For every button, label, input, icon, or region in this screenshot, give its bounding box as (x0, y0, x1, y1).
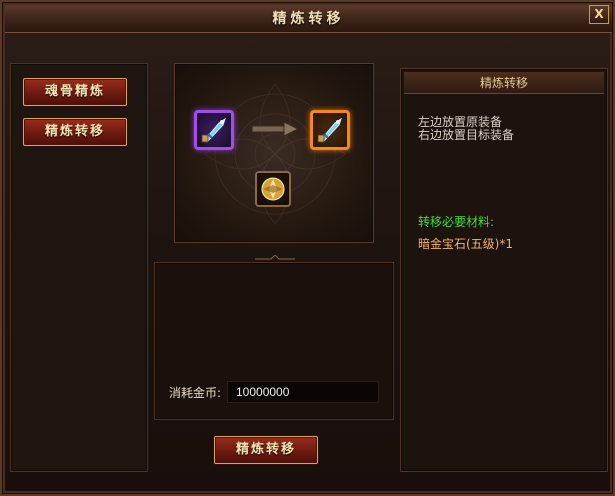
required-material-item: 暗金宝石(五级)*1 (418, 237, 513, 251)
gold-gem-icon (261, 177, 285, 201)
gold-cost-label: 消耗金币: (169, 386, 222, 400)
gold-cost-field: 10000000 (227, 381, 379, 403)
gold-cost-value: 10000000 (236, 385, 290, 399)
title-bar[interactable]: 精炼转移 (5, 5, 612, 33)
instruction-right: 右边放置目标装备 (418, 128, 515, 142)
window-title: 精炼转移 (272, 11, 345, 27)
ornament-pattern (204, 83, 346, 225)
close-button[interactable]: X (589, 5, 609, 24)
refine-transfer-button[interactable]: 精炼转移 (214, 436, 318, 464)
refine-transfer-tab-button[interactable]: 精炼转移 (23, 118, 127, 146)
gold-cost-row: 消耗金币: 10000000 (165, 381, 379, 403)
info-panel-header: 精炼转移 (404, 72, 604, 94)
target-equipment-slot[interactable] (310, 110, 350, 150)
right-arrow-icon (252, 121, 300, 137)
close-icon: X (594, 7, 604, 21)
blue-sword-equipment-icon (317, 117, 342, 143)
material-slot[interactable] (255, 171, 291, 207)
source-equipment-slot[interactable] (194, 110, 234, 150)
soul-bone-refine-button[interactable]: 魂骨精炼 (23, 78, 127, 106)
required-materials-title: 转移必要材料: (418, 215, 495, 229)
blue-sword-equipment-icon (201, 117, 226, 143)
equipment-slot-area (174, 63, 374, 243)
